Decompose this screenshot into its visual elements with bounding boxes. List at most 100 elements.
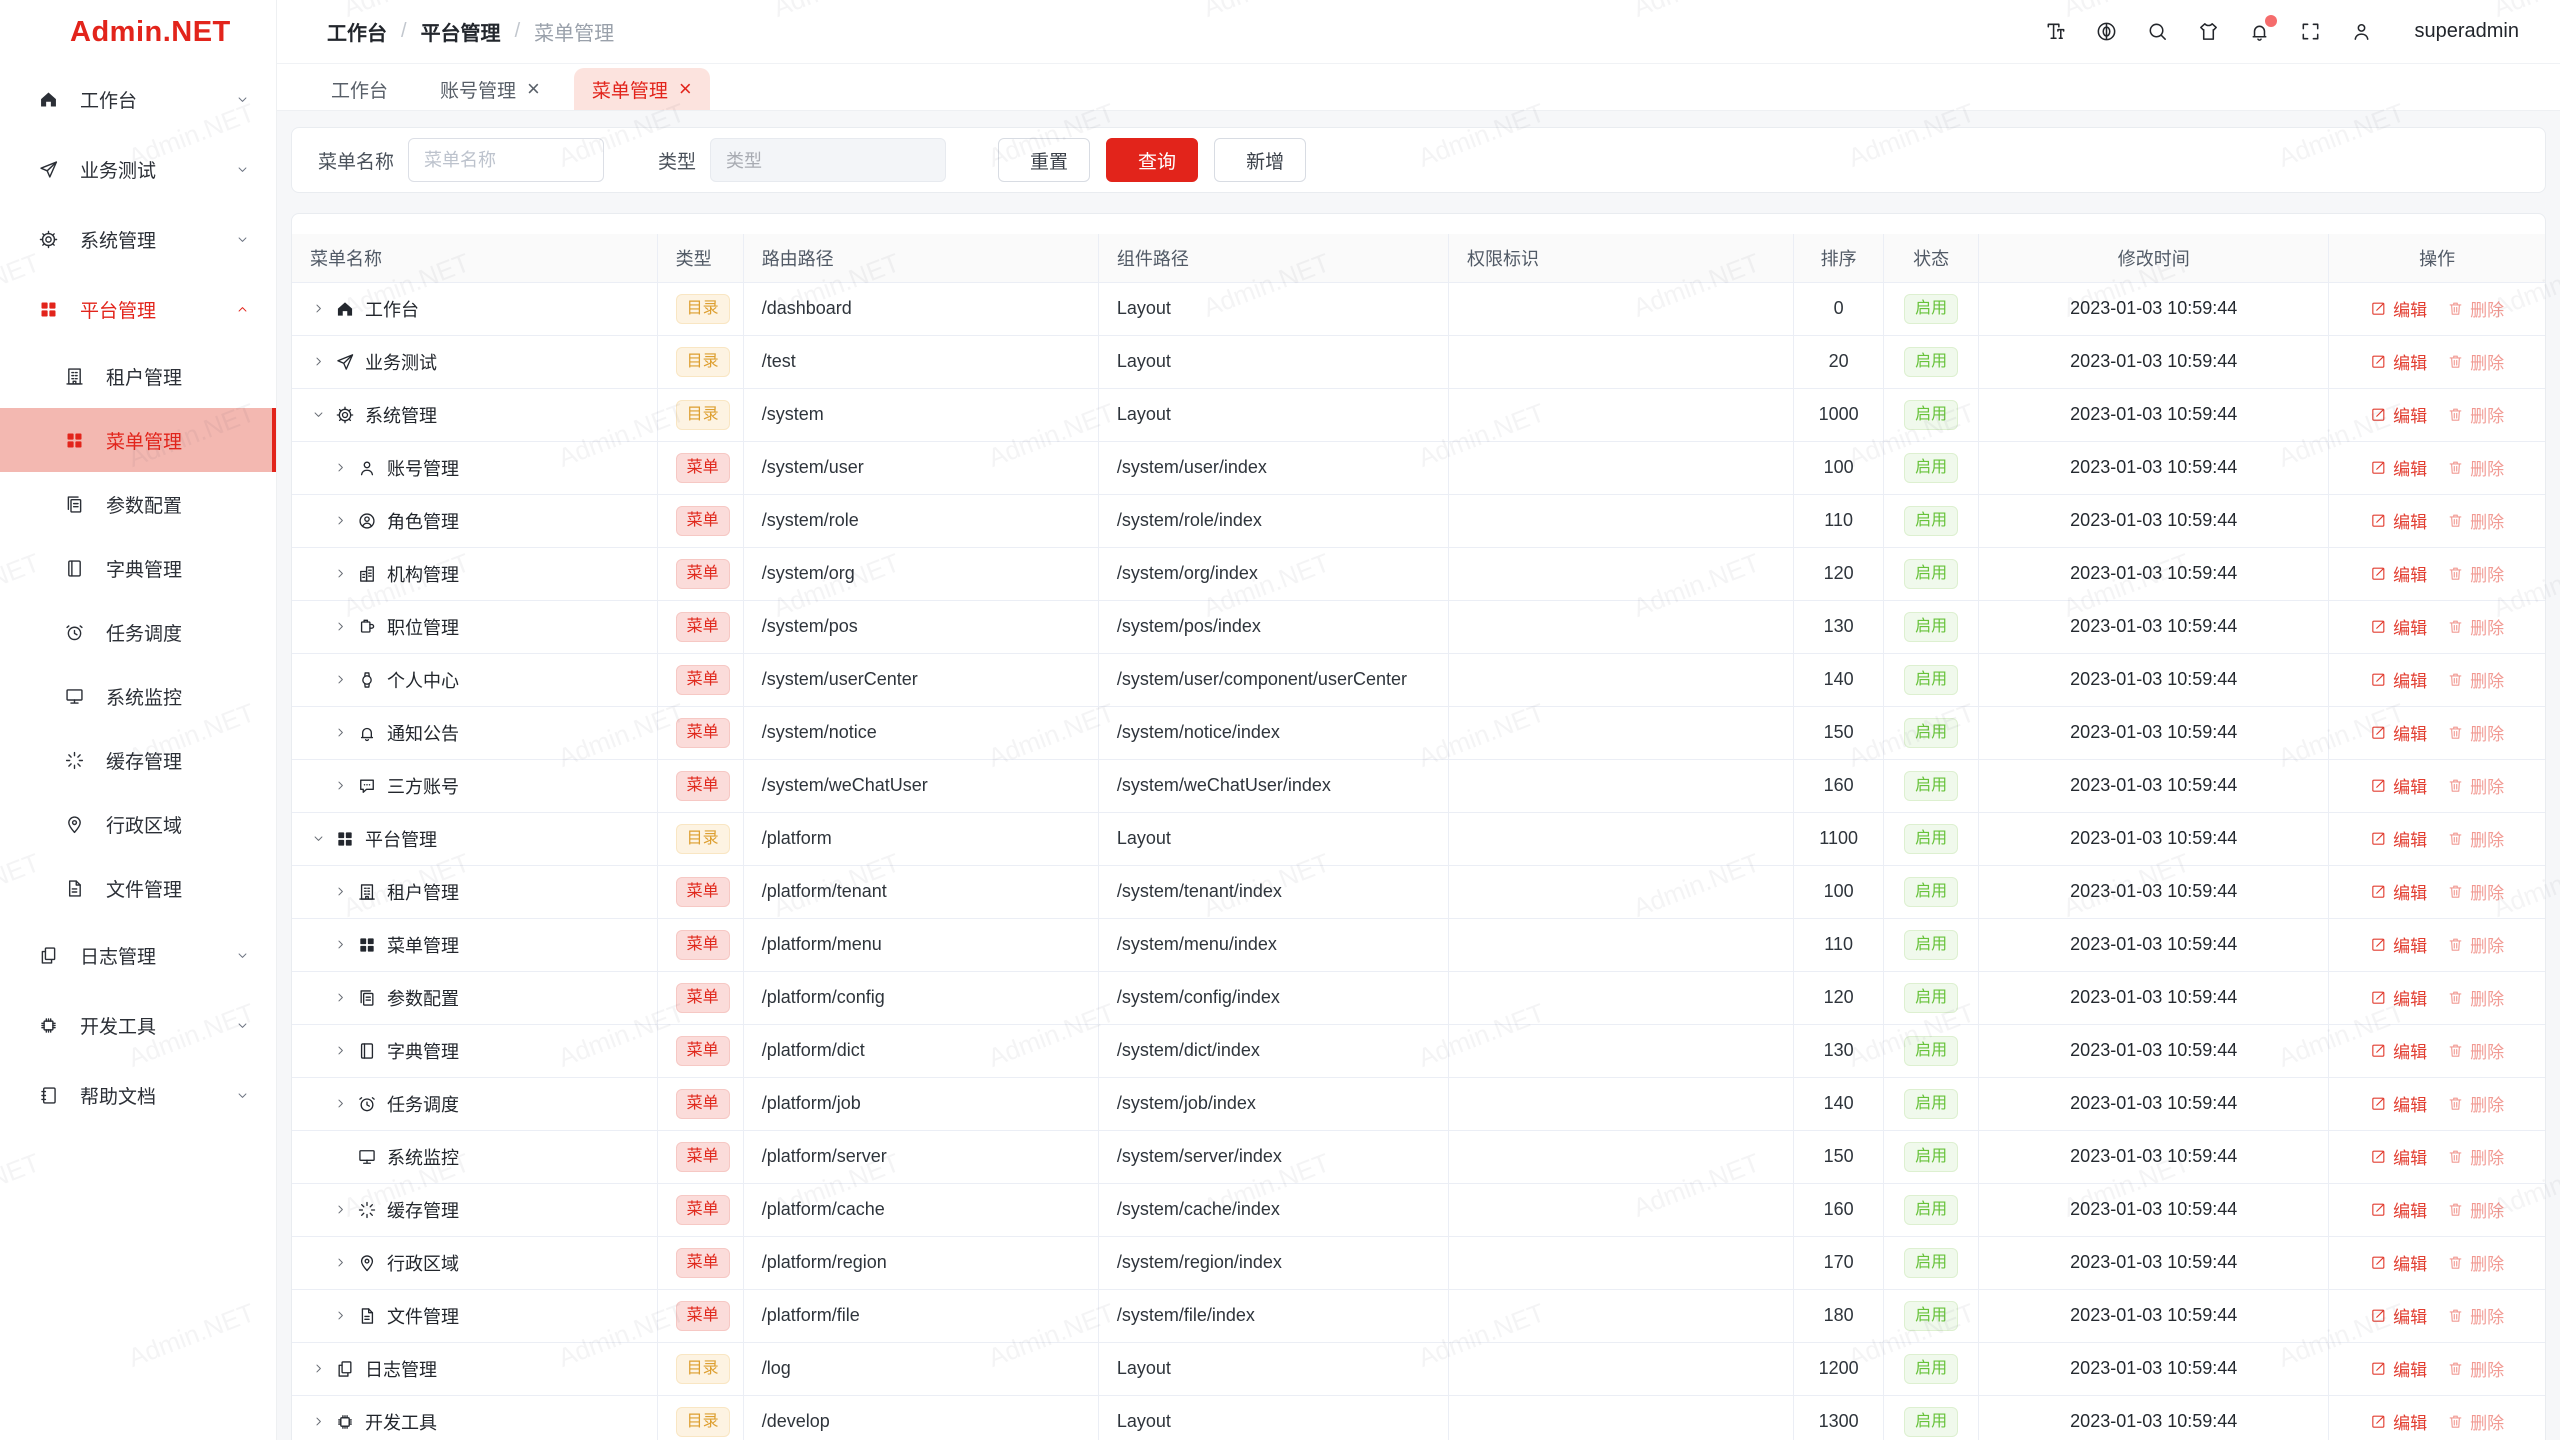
expand-row-icon[interactable] [310, 1414, 326, 1429]
edit-link[interactable]: 编辑 [2370, 879, 2427, 904]
delete-link[interactable]: 删除 [2447, 1144, 2504, 1169]
delete-link[interactable]: 删除 [2447, 561, 2504, 586]
sidebar-item-business-test[interactable]: 业务测试 [0, 134, 276, 204]
delete-link[interactable]: 删除 [2447, 1197, 2504, 1222]
expand-row-icon[interactable] [332, 672, 348, 687]
edit-link[interactable]: 编辑 [2370, 826, 2427, 851]
sidebar-item-system-monitor[interactable]: 系统监控 [0, 664, 276, 728]
expand-row-icon[interactable] [332, 566, 348, 581]
edit-link[interactable]: 编辑 [2370, 1197, 2427, 1222]
sidebar-item-platform-mgmt[interactable]: 平台管理 [0, 274, 276, 344]
delete-link[interactable]: 删除 [2447, 614, 2504, 639]
fullscreen-button[interactable] [2299, 20, 2322, 43]
delete-link[interactable]: 删除 [2447, 1409, 2504, 1434]
tab-workbench[interactable]: 工作台 [313, 68, 406, 110]
sidebar-item-system-mgmt[interactable]: 系统管理 [0, 204, 276, 274]
sidebar-item-file-mgmt[interactable]: 文件管理 [0, 856, 276, 920]
sidebar-item-tenant-mgmt[interactable]: 租户管理 [0, 344, 276, 408]
delete-link[interactable]: 删除 [2447, 720, 2504, 745]
expand-row-icon[interactable] [332, 460, 348, 475]
expand-row-icon[interactable] [310, 1361, 326, 1376]
expand-row-icon[interactable] [332, 725, 348, 740]
edit-link[interactable]: 编辑 [2370, 1409, 2427, 1434]
font-size-button[interactable] [2044, 20, 2067, 43]
menu-name-input[interactable] [408, 138, 604, 182]
edit-link[interactable]: 编辑 [2370, 667, 2427, 692]
search-button[interactable]: 查询 [1106, 138, 1198, 182]
sidebar-item-help-docs[interactable]: 帮助文档 [0, 1060, 276, 1130]
delete-link[interactable]: 删除 [2447, 402, 2504, 427]
reset-button[interactable]: 重置 [998, 138, 1090, 182]
delete-link[interactable]: 删除 [2447, 826, 2504, 851]
edit-link[interactable]: 编辑 [2370, 773, 2427, 798]
edit-link[interactable]: 编辑 [2370, 1038, 2427, 1063]
delete-link[interactable]: 删除 [2447, 985, 2504, 1010]
edit-link[interactable]: 编辑 [2370, 402, 2427, 427]
notification-button[interactable] [2248, 20, 2271, 43]
edit-link[interactable]: 编辑 [2370, 1144, 2427, 1169]
delete-link[interactable]: 删除 [2447, 455, 2504, 480]
edit-link[interactable]: 编辑 [2370, 508, 2427, 533]
delete-link[interactable]: 删除 [2447, 879, 2504, 904]
expand-row-icon[interactable] [332, 1043, 348, 1058]
tab-account-mgmt[interactable]: 账号管理× [422, 68, 558, 110]
user-menu[interactable]: superadmin [2403, 20, 2530, 43]
edit-link[interactable]: 编辑 [2370, 561, 2427, 586]
edit-link[interactable]: 编辑 [2370, 349, 2427, 374]
expand-row-icon[interactable] [332, 778, 348, 793]
sidebar-item-workbench[interactable]: 工作台 [0, 64, 276, 134]
expand-row-icon[interactable] [332, 619, 348, 634]
delete-link[interactable]: 删除 [2447, 1038, 2504, 1063]
sidebar-item-param-config[interactable]: 参数配置 [0, 472, 276, 536]
sidebar-item-region-mgmt[interactable]: 行政区域 [0, 792, 276, 856]
delete-link[interactable]: 删除 [2447, 1250, 2504, 1275]
delete-link[interactable]: 删除 [2447, 296, 2504, 321]
delete-link[interactable]: 删除 [2447, 1091, 2504, 1116]
delete-link[interactable]: 删除 [2447, 667, 2504, 692]
sidebar-item-cache-mgmt[interactable]: 缓存管理 [0, 728, 276, 792]
edit-link[interactable]: 编辑 [2370, 720, 2427, 745]
close-tab-icon[interactable]: × [679, 78, 692, 100]
close-tab-icon[interactable]: × [527, 78, 540, 100]
expand-row-icon[interactable] [332, 1308, 348, 1323]
edit-link[interactable]: 编辑 [2370, 932, 2427, 957]
edit-link[interactable]: 编辑 [2370, 1356, 2427, 1381]
delete-link[interactable]: 删除 [2447, 508, 2504, 533]
expand-row-icon[interactable] [310, 354, 326, 369]
search-button[interactable] [2146, 20, 2169, 43]
sidebar-item-job-schedule[interactable]: 任务调度 [0, 600, 276, 664]
expand-row-icon[interactable] [332, 937, 348, 952]
sidebar-item-log-mgmt[interactable]: 日志管理 [0, 920, 276, 990]
sidebar-item-menu-mgmt[interactable]: 菜单管理 [0, 408, 276, 472]
delete-link[interactable]: 删除 [2447, 1356, 2504, 1381]
collapse-row-icon[interactable] [310, 407, 326, 422]
expand-row-icon[interactable] [310, 301, 326, 316]
edit-link[interactable]: 编辑 [2370, 614, 2427, 639]
app-logo[interactable]: Admin.NET [0, 0, 276, 64]
expand-row-icon[interactable] [332, 1255, 348, 1270]
delete-link[interactable]: 删除 [2447, 932, 2504, 957]
sidebar-item-dict-mgmt[interactable]: 字典管理 [0, 536, 276, 600]
sidebar-item-dev-tools[interactable]: 开发工具 [0, 990, 276, 1060]
expand-row-icon[interactable] [332, 990, 348, 1005]
collapse-row-icon[interactable] [310, 831, 326, 846]
profile-button[interactable] [2350, 20, 2373, 43]
breadcrumb-item[interactable]: 平台管理 [421, 17, 501, 46]
expand-row-icon[interactable] [332, 884, 348, 899]
theme-button[interactable] [2197, 20, 2220, 43]
add-button[interactable]: 新增 [1214, 138, 1306, 182]
edit-link[interactable]: 编辑 [2370, 1303, 2427, 1328]
expand-row-icon[interactable] [332, 513, 348, 528]
type-select[interactable]: 类型 [710, 138, 946, 182]
tab-menu-mgmt[interactable]: 菜单管理× [574, 68, 710, 110]
breadcrumb-item[interactable]: 工作台 [327, 17, 387, 46]
expand-row-icon[interactable] [332, 1096, 348, 1111]
delete-link[interactable]: 删除 [2447, 773, 2504, 798]
delete-link[interactable]: 删除 [2447, 349, 2504, 374]
edit-link[interactable]: 编辑 [2370, 1250, 2427, 1275]
edit-link[interactable]: 编辑 [2370, 296, 2427, 321]
edit-link[interactable]: 编辑 [2370, 985, 2427, 1010]
language-button[interactable] [2095, 20, 2118, 43]
edit-link[interactable]: 编辑 [2370, 1091, 2427, 1116]
edit-link[interactable]: 编辑 [2370, 455, 2427, 480]
